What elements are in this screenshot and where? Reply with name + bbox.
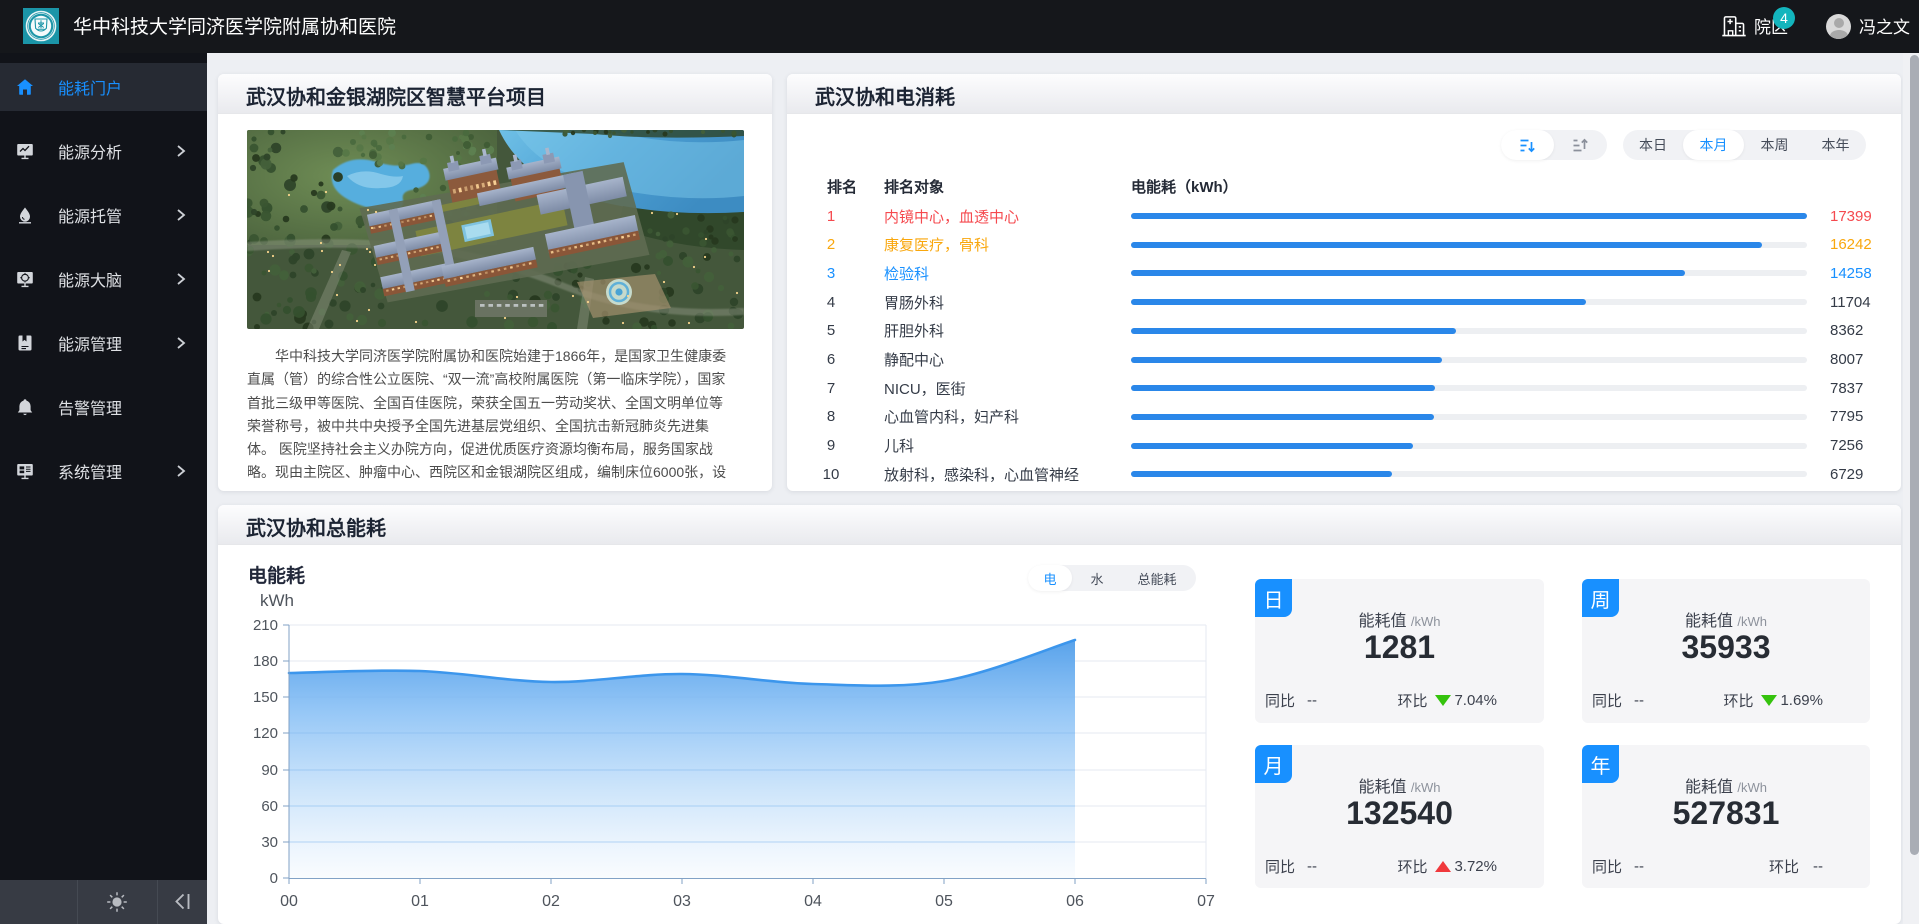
svg-text:30: 30 bbox=[261, 834, 278, 851]
svg-text:05: 05 bbox=[935, 893, 953, 910]
svg-text:210: 210 bbox=[253, 617, 278, 634]
svg-text:60: 60 bbox=[261, 798, 278, 815]
svg-text:07: 07 bbox=[1197, 893, 1215, 910]
svg-text:06: 06 bbox=[1066, 893, 1084, 910]
svg-text:180: 180 bbox=[253, 653, 278, 670]
svg-text:04: 04 bbox=[804, 893, 822, 910]
svg-text:0: 0 bbox=[270, 870, 278, 887]
svg-text:00: 00 bbox=[280, 893, 298, 910]
svg-text:90: 90 bbox=[261, 762, 278, 779]
svg-text:03: 03 bbox=[673, 893, 691, 910]
svg-text:150: 150 bbox=[253, 689, 278, 706]
svg-text:02: 02 bbox=[542, 893, 560, 910]
svg-text:120: 120 bbox=[253, 725, 278, 742]
svg-text:kWh: kWh bbox=[260, 591, 294, 610]
svg-text:01: 01 bbox=[411, 893, 429, 910]
